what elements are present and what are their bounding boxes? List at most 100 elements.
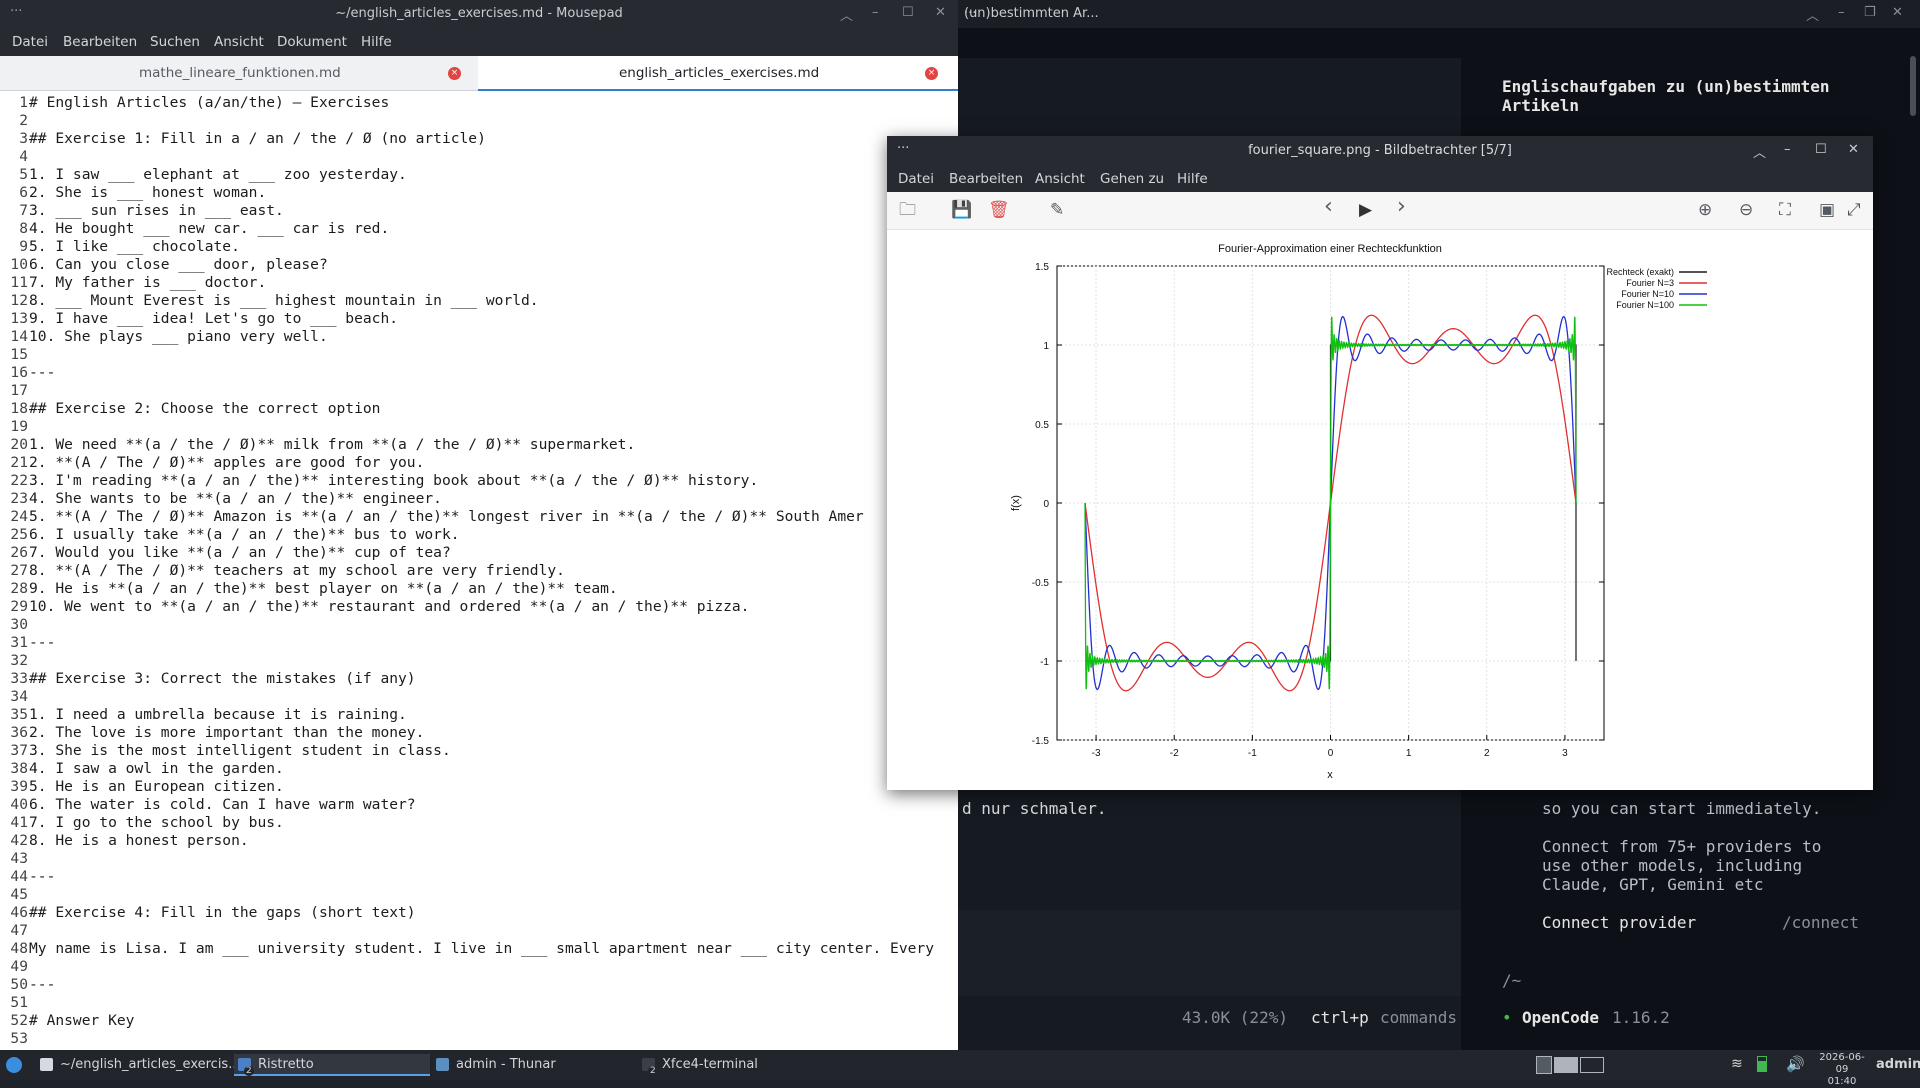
clock[interactable]: 2026-06-09 01:40 (1813, 1052, 1871, 1088)
minimize-button[interactable]: – (872, 5, 879, 20)
code-line[interactable]: 1. We need **(a / the / Ø)** milk from *… (29, 436, 934, 454)
text-editor[interactable]: 1 2 3 4 5 6 7 8 9 10 11 12 13 14 15 16 17 18 19 20 21 22 23 24 2… (0, 91, 958, 1050)
menu-datei[interactable]: Datei (898, 171, 934, 187)
code-line[interactable]: 3. ___ sun rises in ___ east. (29, 202, 934, 220)
code-line[interactable]: 3. She is the most intelligent student i… (29, 742, 934, 760)
maximize-up-icon[interactable]: ︿ (1806, 5, 1819, 24)
battery-icon[interactable] (1757, 1056, 1767, 1072)
tab-english[interactable]: english_articles_exercises.md × (478, 56, 958, 91)
code-line[interactable]: 5. **(A / The / Ø)** Amazon is **(a / an… (29, 508, 934, 526)
connect-provider-label[interactable]: Connect provider (1542, 913, 1696, 932)
image-canvas[interactable]: -3 -2 -1 0 1 2 3 1.5 1 0.5 0 -0.5 -1 -1.5 Rechteck (… (887, 230, 1873, 790)
terminal-input-area[interactable] (958, 910, 1461, 996)
save-icon[interactable]: 💾 (951, 201, 972, 219)
code-line[interactable]: 6. The water is cold. Can I have warm wa… (29, 796, 934, 814)
code-line[interactable]: # English Articles (a/an/the) — Exercise… (29, 94, 934, 112)
code-line[interactable] (29, 418, 934, 436)
close-button[interactable]: ✕ (935, 5, 946, 20)
code-line[interactable]: --- (29, 976, 934, 994)
workspace-2[interactable] (1554, 1057, 1578, 1073)
code-line[interactable] (29, 850, 934, 868)
maximize-button[interactable]: ☐ (902, 5, 914, 20)
code-line[interactable]: 4. He bought ___ new car. ___ car is red… (29, 220, 934, 238)
menu-bearbeiten[interactable]: Bearbeiten (949, 171, 1023, 187)
minimize-button[interactable]: – (1838, 5, 1845, 20)
code-line[interactable] (29, 886, 934, 904)
code-line[interactable]: 8. ___ Mount Everest is ___ highest moun… (29, 292, 934, 310)
menu-ansicht[interactable]: Ansicht (214, 34, 264, 50)
connect-command[interactable]: /connect (1782, 913, 1859, 932)
shade-icon[interactable]: ︿ (1753, 142, 1766, 161)
code-line[interactable]: --- (29, 634, 934, 652)
volume-icon[interactable]: 🔊 (1786, 1055, 1805, 1073)
minimize-button[interactable]: – (1784, 142, 1791, 157)
editor-content[interactable]: # English Articles (a/an/the) — Exercise… (29, 94, 934, 1048)
terminal-titlebar[interactable]: ··· (un)bestimmten Ar... ︿ – ❐ ✕ (958, 0, 1920, 28)
menu-dokument[interactable]: Dokument (277, 34, 347, 50)
code-line[interactable]: 4. I saw a owl in the garden. (29, 760, 934, 778)
code-line[interactable]: 7. I go to the school by bus. (29, 814, 934, 832)
code-line[interactable]: 9. He is **(a / an / the)** best player … (29, 580, 934, 598)
code-line[interactable]: ## Exercise 3: Correct the mistakes (if … (29, 670, 934, 688)
code-line[interactable]: My name is Lisa. I am ___ university stu… (29, 940, 934, 958)
code-line[interactable]: 3. I'm reading **(a / an / the)** intere… (29, 472, 934, 490)
code-line[interactable]: 10. She plays ___ piano very well. (29, 328, 934, 346)
mousepad-titlebar[interactable]: ··· ~/english_articles_exercises.md - Mo… (0, 0, 958, 28)
wifi-icon[interactable]: ≋ (1731, 1056, 1743, 1072)
code-line[interactable]: 6. Can you close ___ door, please? (29, 256, 934, 274)
menu-bearbeiten[interactable]: Bearbeiten (63, 34, 137, 50)
code-line[interactable]: 1. I saw ___ elephant at ___ zoo yesterd… (29, 166, 934, 184)
code-line[interactable]: 7. My father is ___ doctor. (29, 274, 934, 292)
menu-datei[interactable]: Datei (12, 34, 48, 50)
tab-close-icon[interactable]: × (448, 67, 461, 80)
slideshow-play-icon[interactable]: ▶ (1359, 201, 1372, 219)
code-line[interactable] (29, 616, 934, 634)
code-line[interactable] (29, 148, 934, 166)
viewer-titlebar[interactable]: ··· fourier_square.png - Bildbetrachter … (887, 136, 1873, 166)
code-line[interactable] (29, 1030, 934, 1048)
zoom-100-icon[interactable]: ▣ (1819, 201, 1835, 219)
workspace-1[interactable] (1536, 1056, 1552, 1074)
code-line[interactable]: 2. **(A / The / Ø)** apples are good for… (29, 454, 934, 472)
code-line[interactable]: 5. He is an European citizen. (29, 778, 934, 796)
code-line[interactable]: 5. I like ___ chocolate. (29, 238, 934, 256)
fullscreen-icon[interactable]: ⤢ (1847, 201, 1861, 219)
close-button[interactable]: ✕ (1892, 5, 1903, 20)
image-viewer-window[interactable]: ··· fourier_square.png - Bildbetrachter … (887, 136, 1873, 790)
code-line[interactable] (29, 922, 934, 940)
menu-gehen-zu[interactable]: Gehen zu (1100, 171, 1164, 187)
task-terminal[interactable]: 2 Xfce4-terminal (638, 1054, 834, 1076)
menu-hilfe[interactable]: Hilfe (361, 34, 392, 50)
tab-mathe[interactable]: mathe_lineare_funktionen.md × (0, 56, 478, 91)
delete-icon[interactable]: 🗑 (988, 201, 1010, 219)
code-line[interactable]: # Answer Key (29, 1012, 934, 1030)
code-line[interactable] (29, 382, 934, 400)
code-line[interactable]: 6. I usually take **(a / an / the)** bus… (29, 526, 934, 544)
task-thunar[interactable]: admin - Thunar (432, 1054, 628, 1076)
next-icon[interactable]: › (1397, 196, 1406, 218)
code-line[interactable]: 1. I need a umbrella because it is raini… (29, 706, 934, 724)
code-line[interactable]: ## Exercise 1: Fill in a / an / the / Ø … (29, 130, 934, 148)
zoom-out-icon[interactable]: ⊖ (1739, 201, 1753, 219)
code-line[interactable]: 4. She wants to be **(a / an / the)** en… (29, 490, 934, 508)
code-line[interactable] (29, 112, 934, 130)
code-line[interactable]: ## Exercise 4: Fill in the gaps (short t… (29, 904, 934, 922)
code-line[interactable] (29, 994, 934, 1012)
zoom-fit-icon[interactable]: ⛶ (1779, 201, 1791, 219)
tab-close-icon[interactable]: × (925, 67, 938, 80)
code-line[interactable] (29, 688, 934, 706)
open-folder-icon[interactable]: 🗀 (899, 201, 916, 219)
code-line[interactable] (29, 346, 934, 364)
code-line[interactable]: 8. **(A / The / Ø)** teachers at my scho… (29, 562, 934, 580)
mousepad-window[interactable]: ··· ~/english_articles_exercises.md - Mo… (0, 0, 958, 1050)
code-line[interactable] (29, 958, 934, 976)
code-line[interactable]: --- (29, 364, 934, 382)
edit-icon[interactable]: ✎ (1050, 201, 1064, 219)
workspace-3[interactable] (1580, 1057, 1604, 1073)
code-line[interactable]: 8. He is a honest person. (29, 832, 934, 850)
terminal-scrollbar[interactable] (1910, 56, 1916, 116)
menu-hilfe[interactable]: Hilfe (1177, 171, 1208, 187)
code-line[interactable]: ## Exercise 2: Choose the correct option (29, 400, 934, 418)
task-mousepad[interactable]: ~/english_articles_exercis... (36, 1054, 241, 1076)
previous-icon[interactable]: ‹ (1324, 196, 1333, 218)
